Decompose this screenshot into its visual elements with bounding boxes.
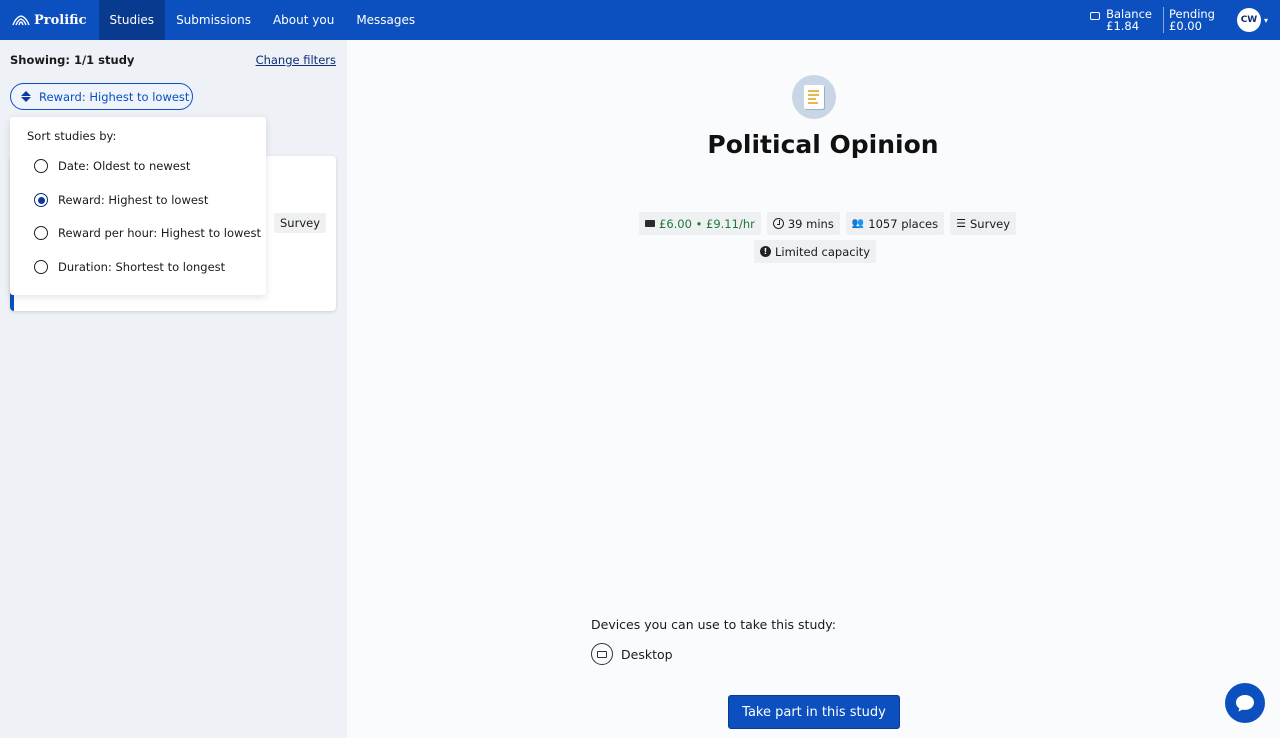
chevron-down-icon[interactable]: ▾ xyxy=(1264,16,1268,25)
sort-icon xyxy=(21,91,31,102)
duration-value: 39 mins xyxy=(787,216,834,231)
balance-widget[interactable]: Balance £1.84 xyxy=(1090,8,1158,32)
sort-dropdown-title: Sort studies by: xyxy=(27,129,117,143)
radio-reward-per-hour[interactable] xyxy=(34,226,48,240)
prolific-logo-icon xyxy=(12,15,30,26)
duration-badge: 39 mins xyxy=(766,212,840,235)
device-label: Desktop xyxy=(621,646,673,662)
pending-widget[interactable]: Pending £0.00 xyxy=(1169,8,1215,32)
take-part-button[interactable]: Take part in this study xyxy=(728,695,900,729)
users-icon: 👥 xyxy=(851,218,865,229)
brand-logo[interactable]: Prolific xyxy=(0,0,99,40)
type-value: Survey xyxy=(970,216,1011,231)
type-badge: ☰ Survey xyxy=(950,212,1017,235)
chat-button[interactable] xyxy=(1225,683,1265,723)
sort-option-label: Date: Oldest to newest xyxy=(58,159,191,173)
sort-button[interactable]: Reward: Highest to lowest xyxy=(10,83,193,110)
page-title: Political Opinion xyxy=(707,130,939,159)
info-icon: ! xyxy=(760,246,771,257)
balance-value: £1.84 xyxy=(1106,19,1140,33)
radio-date[interactable] xyxy=(34,159,48,173)
radio-reward[interactable] xyxy=(34,193,48,207)
study-card-type-badge: Survey xyxy=(274,213,327,233)
places-value: 1057 places xyxy=(868,216,939,231)
chat-bubble-icon xyxy=(1236,695,1254,712)
tab-messages[interactable]: Messages xyxy=(345,0,426,40)
reward-value: £6.00 • £9.11/hr xyxy=(659,216,755,231)
devices-label: Devices you can use to take this study: xyxy=(591,617,836,632)
clock-icon xyxy=(772,218,784,229)
device-desktop: Desktop xyxy=(591,643,673,665)
sort-option-reward[interactable]: Reward: Highest to lowest xyxy=(34,193,208,207)
brand-name: Prolific xyxy=(34,12,87,28)
showing-count: Showing: 1/1 study xyxy=(10,53,135,67)
study-badges: £6.00 • £9.11/hr 39 mins 👥 1057 places ☰… xyxy=(639,212,1017,235)
sort-option-label: Duration: Shortest to longest xyxy=(58,260,226,274)
sort-option-label: Reward: Highest to lowest xyxy=(58,193,209,207)
sort-option-date[interactable]: Date: Oldest to newest xyxy=(34,159,190,173)
places-badge: 👥 1057 places xyxy=(845,212,945,235)
tab-submissions[interactable]: Submissions xyxy=(165,0,262,40)
balance-divider xyxy=(1163,7,1164,33)
sidebar: Showing: 1/1 study Change filters Reward… xyxy=(0,40,347,738)
sort-button-label: Reward: Highest to lowest xyxy=(39,89,190,104)
tab-studies[interactable]: Studies xyxy=(98,0,166,40)
capacity-value: Limited capacity xyxy=(775,244,871,259)
study-detail-panel: Political Opinion £6.00 • £9.11/hr 39 mi… xyxy=(347,40,1280,738)
capacity-badge: ! Limited capacity xyxy=(754,240,877,263)
sort-option-duration[interactable]: Duration: Shortest to longest xyxy=(34,260,225,274)
account-area: Balance £1.84 Pending £0.00 CW ▾ xyxy=(1090,0,1268,40)
study-document-icon xyxy=(792,75,836,119)
cash-icon xyxy=(645,220,655,227)
desktop-icon xyxy=(591,643,613,665)
sort-dropdown: Sort studies by: Date: Oldest to newest … xyxy=(10,117,266,295)
avatar[interactable]: CW xyxy=(1236,8,1261,32)
radio-duration[interactable] xyxy=(34,260,48,274)
sort-option-label: Reward per hour: Highest to lowest xyxy=(58,226,261,240)
change-filters-link[interactable]: Change filters xyxy=(256,53,336,67)
top-nav: Prolific Studies Submissions About you M… xyxy=(0,0,1280,40)
reward-badge: £6.00 • £9.11/hr xyxy=(639,212,761,235)
wallet-icon xyxy=(1090,12,1101,20)
tab-about-you[interactable]: About you xyxy=(262,0,345,40)
sort-option-reward-per-hour[interactable]: Reward per hour: Highest to lowest xyxy=(34,226,261,240)
list-icon: ☰ xyxy=(956,217,966,230)
pending-value: £0.00 xyxy=(1169,19,1202,33)
